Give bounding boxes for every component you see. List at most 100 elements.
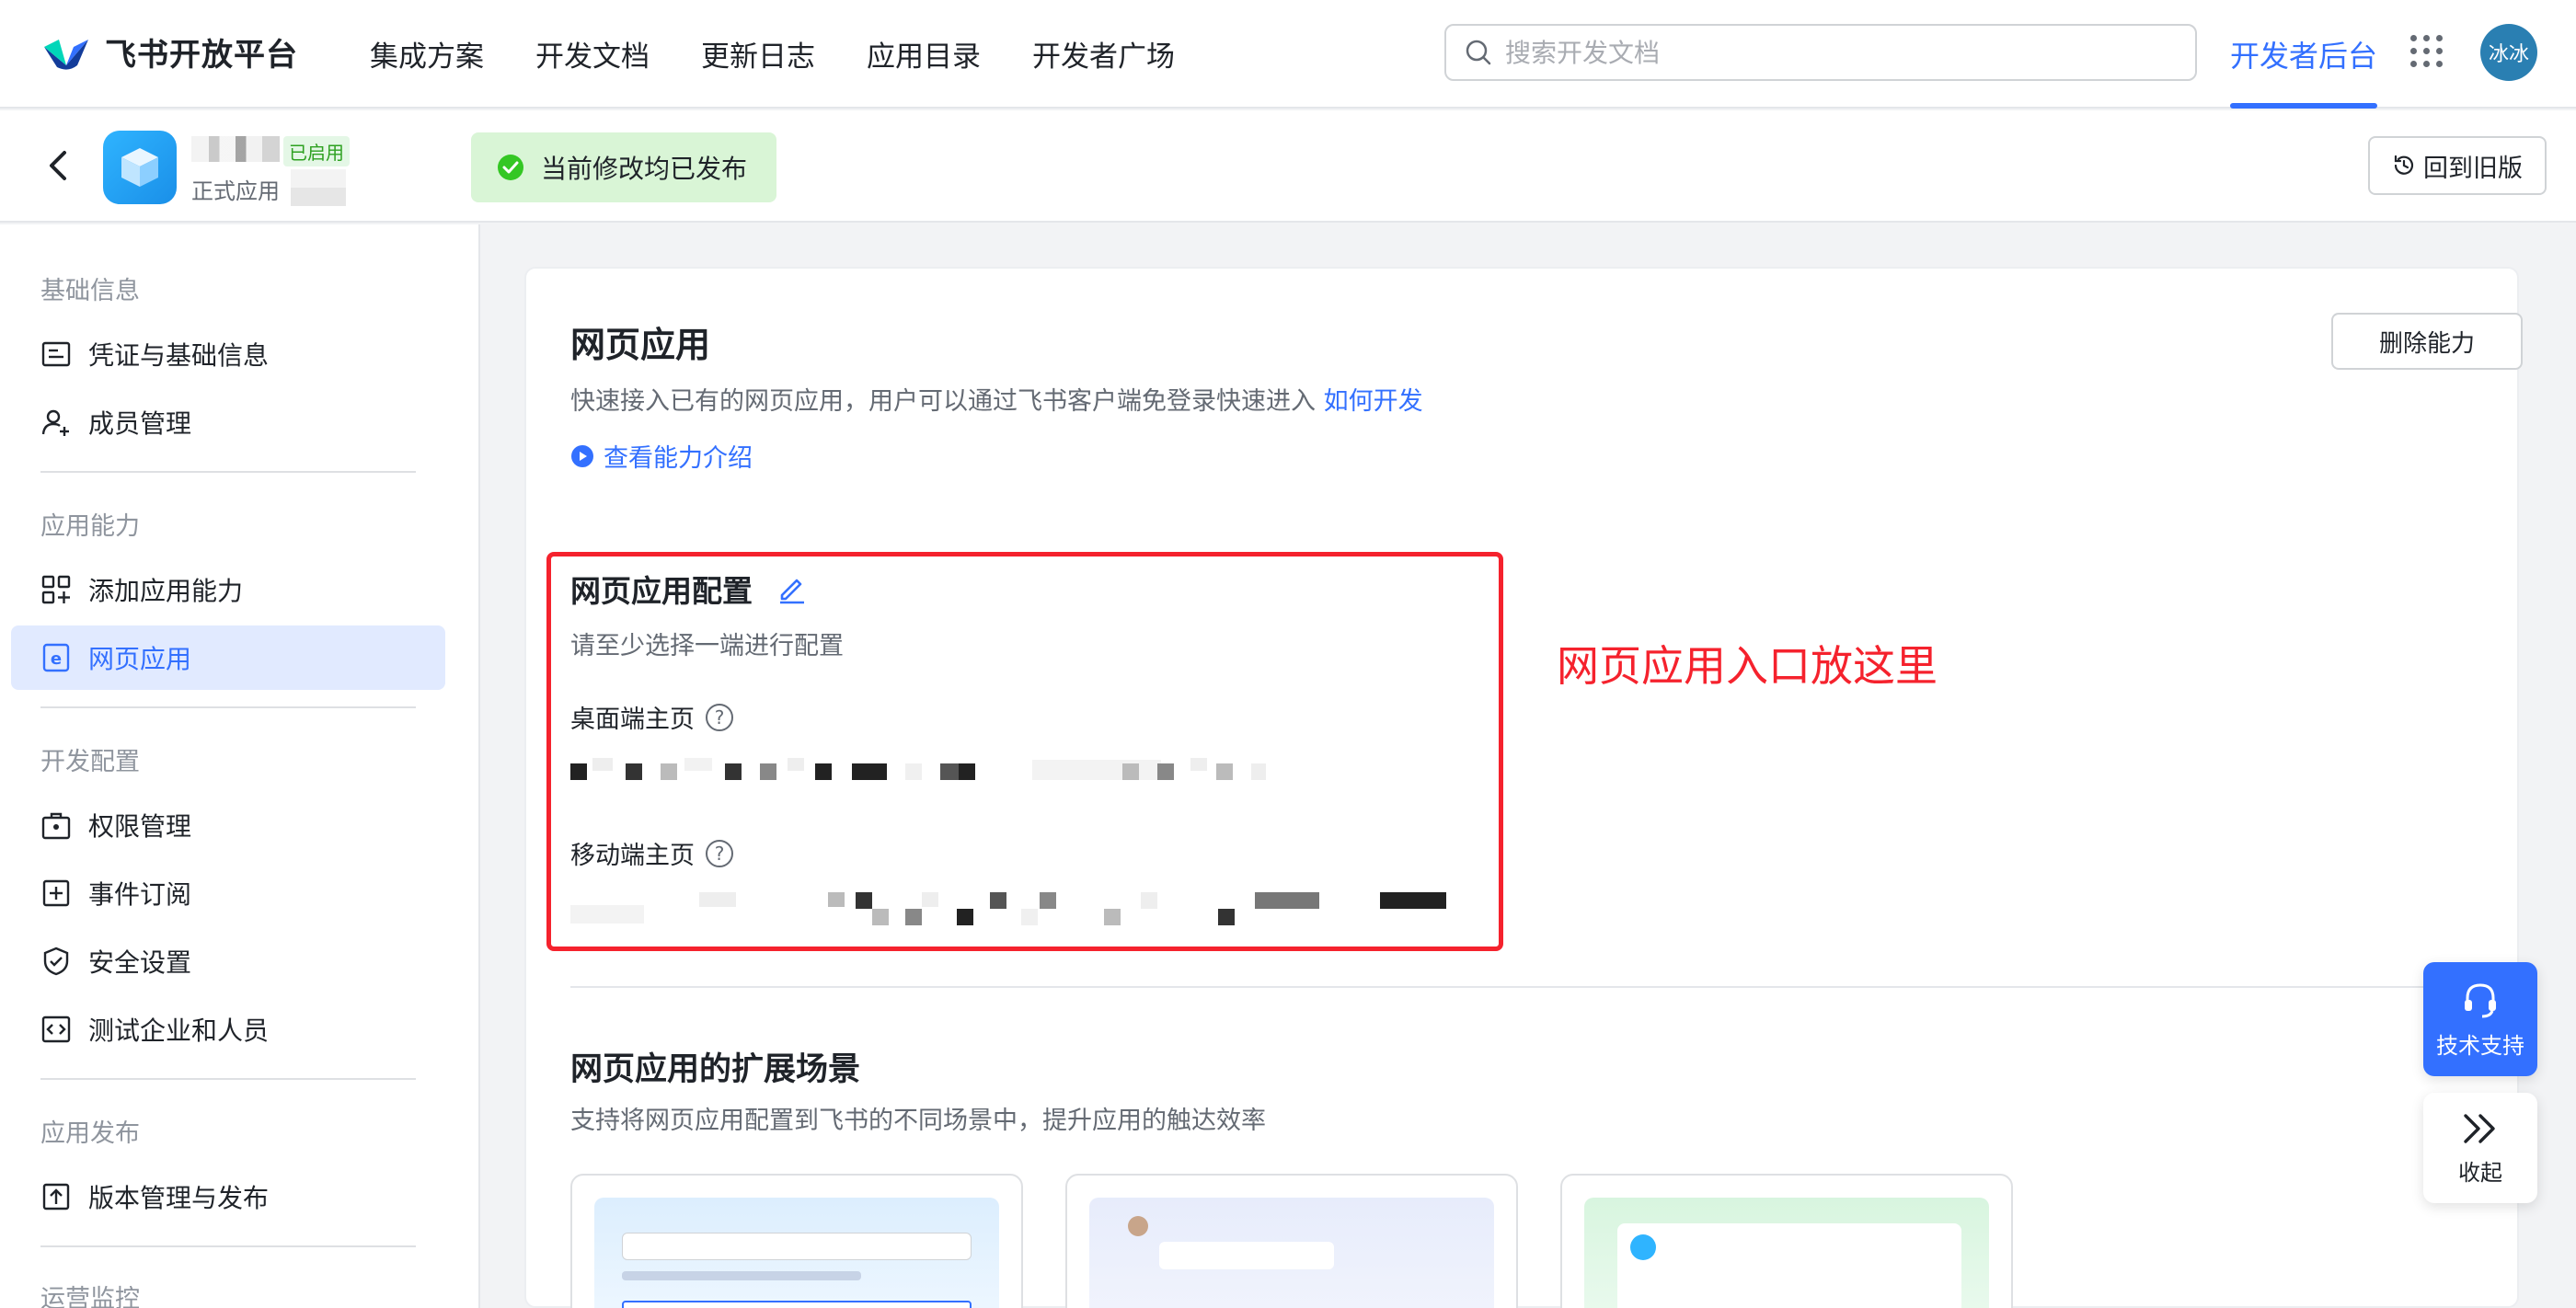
revert-old-version-button[interactable]: 回到旧版 — [2368, 136, 2547, 195]
app-grid-icon[interactable] — [2410, 35, 2444, 68]
help-icon[interactable]: ? — [706, 703, 733, 731]
scene-card-chat[interactable] — [1065, 1174, 1518, 1308]
publish-status-banner: 当前修改均已发布 — [471, 132, 776, 202]
check-circle-icon — [498, 155, 523, 180]
scene-preview-chat — [1089, 1198, 1494, 1308]
description-text: 快速接入已有的网页应用，用户可以通过飞书客户端免登录快速进入 — [570, 387, 1316, 416]
revert-label: 回到旧版 — [2423, 154, 2523, 183]
sidebar: 基础信息 凭证与基础信息 成员管理 应用能力 添加应用能力 e 网页应用 开发配… — [0, 224, 480, 1308]
capability-intro-link[interactable]: 查看能力介绍 — [570, 438, 753, 474]
sidebar-item-members[interactable]: 成员管理 — [11, 390, 445, 454]
sidebar-item-label: 测试企业和人员 — [88, 1015, 270, 1046]
sidebar-item-label: 事件订阅 — [88, 879, 192, 910]
play-circle-icon — [571, 444, 593, 467]
sidebar-item-web-app[interactable]: e 网页应用 — [11, 625, 445, 690]
user-add-icon — [41, 409, 69, 436]
double-chevron-right-icon — [2464, 1113, 2495, 1143]
sidebar-group-monitoring: 运营监控 — [40, 1285, 140, 1308]
nav-dev-community[interactable]: 开发者广场 — [1032, 33, 1175, 75]
main-nav: 集成方案 开发文档 更新日志 应用目录 开发者广场 — [370, 33, 1175, 75]
section-divider — [570, 986, 2513, 988]
scene-card-group[interactable] — [1560, 1174, 2013, 1308]
history-icon — [2394, 155, 2414, 175]
sidebar-item-add-capability[interactable]: 添加应用能力 — [11, 557, 445, 622]
sidebar-item-permissions[interactable]: 权限管理 — [11, 793, 445, 857]
logo-text: 飞书开放平台 — [105, 37, 298, 74]
mobile-homepage-label: 移动端主页 ? — [570, 835, 733, 871]
collapse-label: 收起 — [2458, 1159, 2502, 1186]
extension-section-title: 网页应用的扩展场景 — [570, 1051, 861, 1088]
dev-console-link[interactable]: 开发者后台 — [2230, 33, 2377, 75]
sidebar-item-label: 成员管理 — [88, 408, 192, 439]
sidebar-divider — [40, 471, 416, 473]
active-tab-indicator — [2230, 103, 2377, 109]
sidebar-item-versions[interactable]: 版本管理与发布 — [11, 1165, 445, 1229]
desktop-url-redacted — [570, 758, 1266, 780]
sidebar-item-label: 网页应用 — [88, 644, 192, 674]
nav-changelog[interactable]: 更新日志 — [701, 33, 815, 75]
status-badge: 已启用 — [283, 136, 350, 166]
briefcase-lock-icon — [41, 812, 71, 840]
web-app-card: 网页应用 快速接入已有的网页应用，用户可以通过飞书客户端免登录快速进入 如何开发… — [524, 267, 2523, 1308]
app-id-redacted — [291, 169, 346, 206]
help-icon[interactable]: ? — [706, 839, 733, 867]
sidebar-item-label: 添加应用能力 — [88, 576, 244, 606]
sidebar-item-credentials[interactable]: 凭证与基础信息 — [11, 322, 445, 386]
intro-link-text: 查看能力介绍 — [604, 444, 753, 473]
headset-icon — [2465, 982, 2496, 1017]
sidebar-item-label: 凭证与基础信息 — [88, 340, 270, 371]
sidebar-divider — [40, 706, 416, 708]
sidebar-item-test-tenants[interactable]: 测试企业和人员 — [11, 997, 445, 1061]
app-header: 已启用 正式应用 当前修改均已发布 回到旧版 — [0, 110, 2576, 223]
scene-card-search[interactable] — [570, 1174, 1023, 1308]
desktop-homepage-label: 桌面端主页 ? — [570, 699, 733, 735]
app-name-redacted — [191, 136, 280, 162]
search-input[interactable] — [1505, 37, 2149, 68]
sidebar-group-release: 应用发布 — [40, 1119, 140, 1148]
app-icon — [103, 131, 177, 204]
sidebar-divider — [40, 1245, 416, 1247]
id-card-icon — [41, 341, 71, 367]
upload-box-icon — [42, 1183, 70, 1210]
cube-icon — [121, 148, 158, 187]
search-box[interactable] — [1444, 24, 2197, 81]
sidebar-item-label: 权限管理 — [88, 811, 192, 842]
grid-add-icon — [41, 575, 71, 604]
config-subtitle: 请至少选择一端进行配置 — [570, 632, 844, 660]
nav-docs[interactable]: 开发文档 — [535, 33, 650, 75]
page-description: 快速接入已有的网页应用，用户可以通过飞书客户端免登录快速进入 如何开发 — [570, 381, 1423, 417]
delete-capability-button[interactable]: 删除能力 — [2331, 313, 2523, 370]
event-add-icon — [42, 879, 70, 907]
user-avatar[interactable]: 冰冰 — [2480, 24, 2537, 81]
code-window-icon — [41, 1015, 71, 1043]
sidebar-group-dev-config: 开发配置 — [40, 748, 140, 776]
search-icon — [1466, 40, 1491, 65]
edit-pencil-icon[interactable] — [776, 573, 808, 604]
feishu-bird-icon — [44, 39, 88, 70]
nav-solutions[interactable]: 集成方案 — [370, 33, 484, 75]
scene-preview-search — [594, 1198, 999, 1308]
mobile-url-redacted — [570, 892, 1446, 925]
extension-section-desc: 支持将网页应用配置到飞书的不同场景中，提升应用的触达效率 — [570, 1107, 1266, 1135]
collapse-button[interactable]: 收起 — [2423, 1093, 2537, 1203]
sidebar-item-label: 版本管理与发布 — [88, 1183, 270, 1213]
config-title-text: 网页应用配置 — [570, 573, 753, 609]
page-title: 网页应用 — [570, 325, 711, 365]
publish-status-text: 当前修改均已发布 — [541, 154, 748, 184]
config-section-title: 网页应用配置 — [570, 567, 808, 611]
sidebar-item-label: 安全设置 — [88, 947, 192, 978]
tech-support-label: 技术支持 — [2436, 1032, 2524, 1059]
back-arrow-icon[interactable] — [40, 147, 77, 184]
how-to-develop-link[interactable]: 如何开发 — [1324, 387, 1423, 416]
tech-support-button[interactable]: 技术支持 — [2423, 962, 2537, 1076]
app-type-label: 正式应用 — [191, 178, 280, 204]
sidebar-item-security[interactable]: 安全设置 — [11, 929, 445, 993]
web-app-icon: e — [42, 643, 70, 672]
sidebar-group-basic: 基础信息 — [40, 277, 140, 305]
sidebar-item-events[interactable]: 事件订阅 — [11, 861, 445, 925]
mobile-label-text: 移动端主页 — [570, 842, 695, 870]
nav-app-directory[interactable]: 应用目录 — [867, 33, 981, 75]
feishu-logo[interactable]: 飞书开放平台 — [40, 29, 298, 75]
desktop-label-text: 桌面端主页 — [570, 706, 695, 734]
svg-text:e: e — [51, 649, 62, 669]
